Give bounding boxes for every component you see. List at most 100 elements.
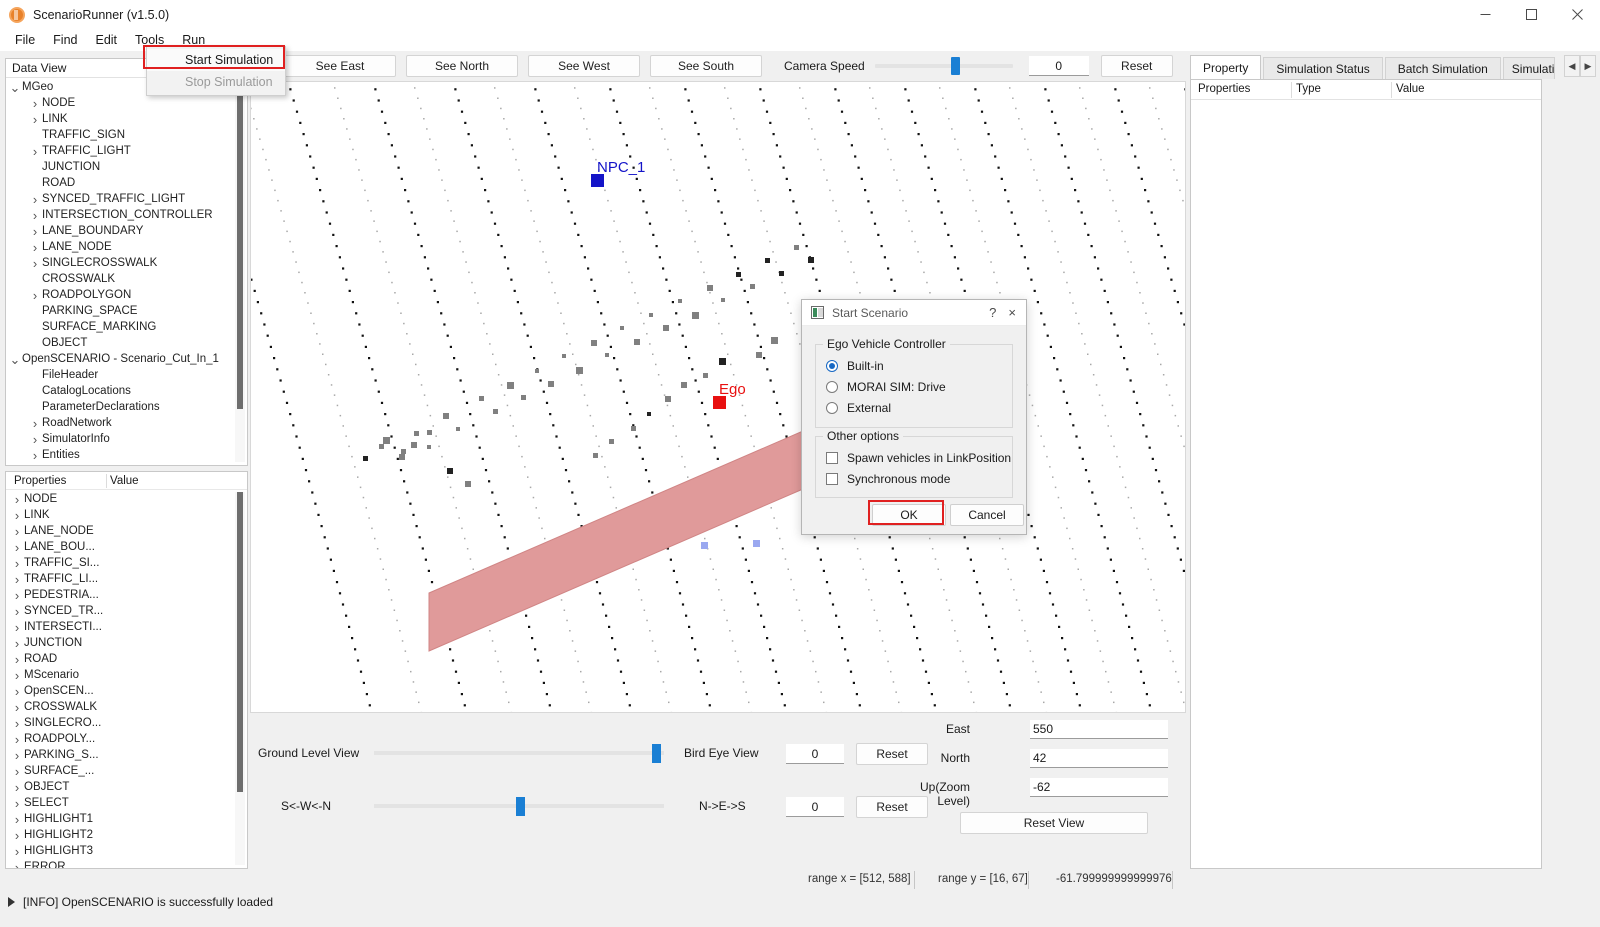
radio-built-in-icon[interactable] <box>826 360 838 372</box>
chevron-right-icon[interactable]: › <box>10 748 24 763</box>
chevron-right-icon[interactable]: › <box>28 192 42 207</box>
ok-button[interactable]: OK <box>872 504 946 526</box>
tree-row[interactable]: › SYNCED_TRAFFIC_LIGHT <box>6 191 247 207</box>
chevron-right-icon[interactable]: › <box>10 620 24 635</box>
ground-level-handle[interactable] <box>652 744 661 763</box>
chevron-down-icon[interactable]: ⌄ <box>8 355 22 364</box>
properties-row[interactable]: › SELECT <box>6 795 247 811</box>
chevron-right-icon[interactable]: › <box>10 796 24 811</box>
radio-morai-sim-drive-icon[interactable] <box>826 381 838 393</box>
properties-row[interactable]: › JUNCTION <box>6 635 247 651</box>
ground-level-view-slider[interactable] <box>374 743 664 763</box>
checkbox-spawn-vehicles-icon[interactable] <box>826 452 838 464</box>
properties-row[interactable]: › LANE_BOU... <box>6 539 247 555</box>
tree-row[interactable]: › RoadNetwork <box>6 415 247 431</box>
data-view-scrollbar[interactable] <box>235 79 245 462</box>
chevron-right-icon[interactable]: › <box>10 524 24 539</box>
checkbox-synchronous-mode-icon[interactable] <box>826 473 838 485</box>
tree-row[interactable]: OBJECT <box>6 335 247 351</box>
data-view-scroll-thumb[interactable] <box>237 79 243 409</box>
chevron-right-icon[interactable]: › <box>10 764 24 779</box>
chevron-right-icon[interactable]: › <box>28 240 42 255</box>
play-triangle-icon[interactable] <box>8 897 15 907</box>
properties-row[interactable]: › SURFACE_... <box>6 763 247 779</box>
chevron-right-icon[interactable]: › <box>10 572 24 587</box>
tree-row[interactable]: › LANE_BOUNDARY <box>6 223 247 239</box>
chevron-right-icon[interactable]: › <box>10 556 24 571</box>
chevron-right-icon[interactable]: › <box>10 828 24 843</box>
cancel-button[interactable]: Cancel <box>950 504 1024 526</box>
properties-row[interactable]: › LANE_NODE <box>6 523 247 539</box>
chevron-right-icon[interactable]: › <box>10 780 24 795</box>
properties-row[interactable]: › SYNCED_TR... <box>6 603 247 619</box>
up-zoom-level-field[interactable]: -62 <box>1030 778 1168 797</box>
radio-morai-sim-drive[interactable]: MORAI SIM: Drive <box>816 376 1012 397</box>
properties-row[interactable]: › ROADPOLY... <box>6 731 247 747</box>
properties-row[interactable]: › MScenario <box>6 667 247 683</box>
chevron-right-icon[interactable]: › <box>10 604 24 619</box>
see-west-button[interactable]: See West <box>528 55 640 77</box>
camera-speed-slider[interactable] <box>875 55 1013 77</box>
tree-row[interactable]: › LANE_NODE <box>6 239 247 255</box>
tree-row[interactable]: › LINK <box>6 111 247 127</box>
properties-row[interactable]: › TRAFFIC_LI... <box>6 571 247 587</box>
chevron-right-icon[interactable]: › <box>10 652 24 667</box>
checkbox-spawn-vehicles[interactable]: Spawn vehicles in LinkPosition <box>816 447 1012 468</box>
properties-row[interactable]: › OpenSCEN... <box>6 683 247 699</box>
log-row[interactable]: [INFO] OpenSCENARIO is successfully load… <box>8 895 273 909</box>
tab-simulation-status[interactable]: Simulation Status <box>1263 57 1382 79</box>
chevron-right-icon[interactable]: › <box>28 112 42 127</box>
chevron-right-icon[interactable]: › <box>10 492 24 507</box>
chevron-right-icon[interactable]: › <box>28 432 42 447</box>
properties-row[interactable]: › INTERSECTI... <box>6 619 247 635</box>
chevron-right-icon[interactable]: › <box>10 684 24 699</box>
tree-row[interactable]: SURFACE_MARKING <box>6 319 247 335</box>
see-south-button[interactable]: See South <box>650 55 762 77</box>
tree-row[interactable]: › NODE <box>6 95 247 111</box>
property-table[interactable]: Properties Type Value <box>1190 79 1542 869</box>
east-field[interactable]: 550 <box>1030 720 1168 739</box>
chevron-right-icon[interactable]: › <box>28 96 42 111</box>
radio-external-icon[interactable] <box>826 402 838 414</box>
properties-row[interactable]: › PEDESTRIA... <box>6 587 247 603</box>
chevron-down-icon[interactable]: ⌄ <box>8 83 22 92</box>
chevron-right-icon[interactable]: › <box>10 844 24 859</box>
chevron-right-icon[interactable]: › <box>28 416 42 431</box>
menu-edit[interactable]: Edit <box>86 30 126 50</box>
radio-built-in[interactable]: Built-in <box>816 355 1012 376</box>
chevron-right-icon[interactable]: › <box>10 732 24 747</box>
dialog-close-icon[interactable]: × <box>1004 305 1026 320</box>
chevron-right-icon[interactable]: › <box>10 812 24 827</box>
properties-scrollbar[interactable] <box>235 492 245 865</box>
chevron-right-icon[interactable]: › <box>10 700 24 715</box>
properties-list[interactable]: › NODE › LINK › LANE_NODE › LANE_BOU... › TRAFFIC… <box>6 490 247 869</box>
tree-row[interactable]: › Entities <box>6 447 247 463</box>
properties-row[interactable]: › OBJECT <box>6 779 247 795</box>
tree-row[interactable]: CatalogLocations <box>6 383 247 399</box>
camera-speed-handle[interactable] <box>951 57 960 75</box>
tree-row[interactable]: JUNCTION <box>6 159 247 175</box>
menu-file[interactable]: File <box>6 30 44 50</box>
data-view-list[interactable]: ⌄ MGeo › NODE › LINK TRAFFIC_SIGN › TRAFFIC_LIG… <box>6 78 247 463</box>
tree-row[interactable]: ParameterDeclarations <box>6 399 247 415</box>
chevron-right-icon[interactable]: › <box>10 636 24 651</box>
tab-property[interactable]: Property <box>1190 55 1261 79</box>
swn-handle[interactable] <box>516 797 525 816</box>
properties-row[interactable]: › PARKING_S... <box>6 747 247 763</box>
tab-scroll-right-icon[interactable]: ▶ <box>1580 55 1596 77</box>
chevron-right-icon[interactable]: › <box>28 208 42 223</box>
radio-external[interactable]: External <box>816 397 1012 418</box>
tree-row[interactable]: › TRAFFIC_LIGHT <box>6 143 247 159</box>
tab-scroll-left-icon[interactable]: ◀ <box>1564 55 1580 77</box>
properties-row[interactable]: › SINGLECRO... <box>6 715 247 731</box>
properties-row[interactable]: › NODE <box>6 491 247 507</box>
tree-row[interactable]: › SINGLECROSSWALK <box>6 255 247 271</box>
close-icon[interactable] <box>1554 0 1600 29</box>
chevron-right-icon[interactable]: › <box>28 288 42 303</box>
chevron-right-icon[interactable]: › <box>10 508 24 523</box>
reset-view-button[interactable]: Reset View <box>960 812 1148 834</box>
tree-row[interactable]: TRAFFIC_SIGN <box>6 127 247 143</box>
chevron-right-icon[interactable]: › <box>28 224 42 239</box>
swn-slider[interactable] <box>374 796 664 816</box>
maximize-icon[interactable] <box>1508 0 1554 29</box>
